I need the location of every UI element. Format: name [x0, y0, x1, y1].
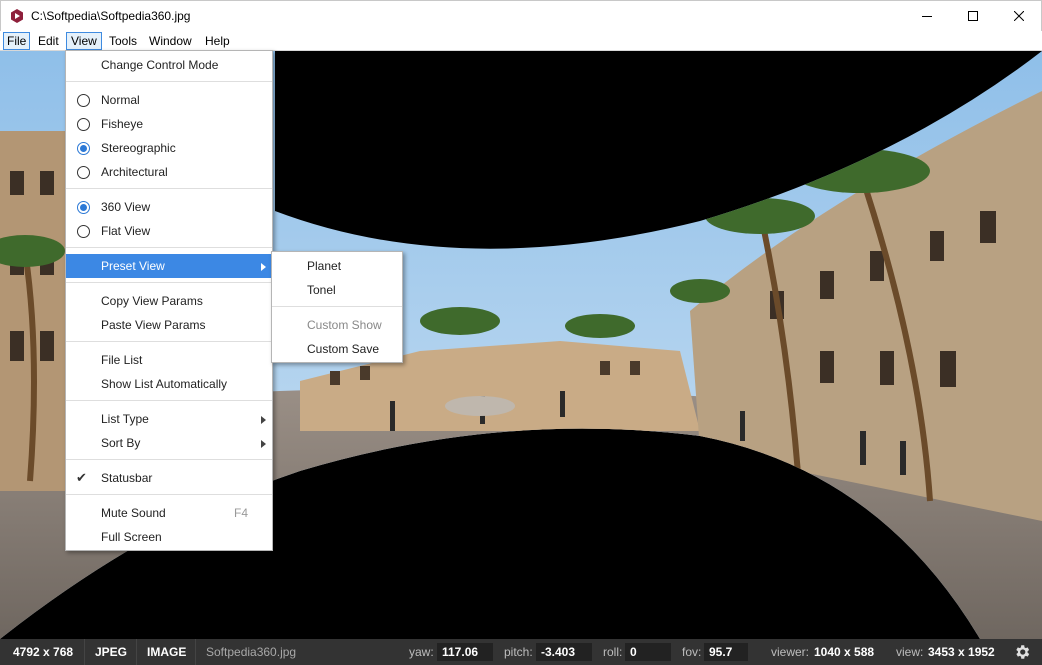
gear-icon: [1016, 645, 1030, 659]
menu-item-file-list[interactable]: File List: [66, 348, 272, 372]
radio-selected-icon: [77, 142, 90, 155]
menu-item-copy-view-params[interactable]: Copy View Params: [66, 289, 272, 313]
menu-edit[interactable]: Edit: [33, 32, 64, 50]
image-dimensions: 4792 x 768: [13, 645, 74, 659]
menu-item-list-type[interactable]: List Type: [66, 407, 272, 431]
viewer-size: 1040 x 588: [814, 645, 875, 659]
radio-selected-icon: [77, 201, 90, 214]
menu-item-flat-view[interactable]: Flat View: [66, 219, 272, 243]
title-bar: C:\Softpedia\Softpedia360.jpg: [0, 0, 1042, 31]
radio-normal-icon: [77, 94, 90, 107]
menu-view[interactable]: View: [66, 32, 102, 50]
menu-item-stereographic[interactable]: Stereographic: [66, 136, 272, 160]
menu-divider: [66, 282, 272, 283]
menu-divider: [66, 494, 272, 495]
file-name: Softpedia360.jpg: [206, 645, 297, 659]
menu-divider: [66, 459, 272, 460]
menu-divider: [272, 306, 402, 307]
menu-divider: [66, 81, 272, 82]
menu-item-paste-view-params[interactable]: Paste View Params: [66, 313, 272, 337]
status-divider: [195, 639, 196, 665]
menu-window[interactable]: Window: [144, 32, 197, 50]
submenu-arrow-icon: [261, 440, 266, 448]
menu-divider: [66, 341, 272, 342]
menu-item-360-view[interactable]: 360 View: [66, 195, 272, 219]
fov-label: fov:: [682, 645, 702, 659]
status-divider: [84, 639, 85, 665]
menu-file[interactable]: File: [3, 32, 31, 50]
preset-view-submenu: Planet Tonel Custom Show Custom Save: [271, 251, 403, 363]
menu-item-custom-show[interactable]: Custom Show: [272, 313, 402, 337]
shortcut-label: F4: [233, 506, 248, 520]
view-label: view:: [896, 645, 924, 659]
minimize-icon: [922, 16, 932, 17]
image-format: JPEG: [95, 645, 128, 659]
app-logo-icon: [11, 9, 23, 23]
roll-field[interactable]: 0: [625, 643, 671, 661]
radio-flat-view-icon: [77, 225, 90, 238]
status-bar: 4792 x 768 JPEG IMAGE Softpedia360.jpg y…: [0, 639, 1042, 665]
submenu-arrow-icon: [261, 416, 266, 424]
fov-field[interactable]: 95.7: [704, 643, 748, 661]
radio-architectural-icon: [77, 166, 90, 179]
view-size: 3453 x 1952: [928, 645, 995, 659]
window-title: C:\Softpedia\Softpedia360.jpg: [31, 9, 191, 23]
pitch-field[interactable]: -3.403: [536, 643, 592, 661]
menu-item-planet[interactable]: Planet: [272, 254, 402, 278]
media-kind: IMAGE: [147, 645, 187, 659]
menu-item-preset-view[interactable]: Preset View: [66, 254, 272, 278]
status-divider: [136, 639, 137, 665]
maximize-icon: [968, 11, 978, 21]
radio-fisheye-icon: [77, 118, 90, 131]
menu-item-architectural[interactable]: Architectural: [66, 160, 272, 184]
menu-bar: File Edit View Tools Window Help: [0, 31, 1042, 51]
roll-label: roll:: [603, 645, 623, 659]
menu-item-custom-save[interactable]: Custom Save: [272, 337, 402, 361]
pitch-label: pitch:: [504, 645, 533, 659]
menu-item-mute-sound[interactable]: Mute Sound F4: [66, 501, 272, 525]
submenu-arrow-icon: [261, 263, 266, 271]
menu-help[interactable]: Help: [200, 32, 235, 50]
menu-item-full-screen[interactable]: Full Screen: [66, 525, 272, 549]
menu-item-show-list-automatically[interactable]: Show List Automatically: [66, 372, 272, 396]
menu-item-fisheye[interactable]: Fisheye: [66, 112, 272, 136]
menu-item-normal[interactable]: Normal: [66, 88, 272, 112]
menu-item-sort-by[interactable]: Sort By: [66, 431, 272, 455]
menu-divider: [66, 188, 272, 189]
menu-item-statusbar[interactable]: ✔ Statusbar: [66, 466, 272, 490]
menu-item-change-control-mode[interactable]: Change Control Mode: [66, 53, 272, 77]
close-icon: [1014, 11, 1024, 21]
yaw-field[interactable]: 117.06: [437, 643, 493, 661]
menu-divider: [66, 400, 272, 401]
menu-item-tonel[interactable]: Tonel: [272, 278, 402, 302]
yaw-label: yaw:: [409, 645, 434, 659]
settings-button[interactable]: [1013, 643, 1031, 661]
checkmark-icon: ✔: [76, 470, 87, 485]
viewer-label: viewer:: [771, 645, 810, 659]
view-menu-dropdown: Change Control Mode Normal Fisheye Stere…: [65, 50, 273, 551]
minimize-button[interactable]: [904, 1, 950, 31]
maximize-button[interactable]: [950, 1, 996, 31]
menu-tools[interactable]: Tools: [104, 32, 142, 50]
close-button[interactable]: [996, 1, 1042, 31]
menu-divider: [66, 247, 272, 248]
